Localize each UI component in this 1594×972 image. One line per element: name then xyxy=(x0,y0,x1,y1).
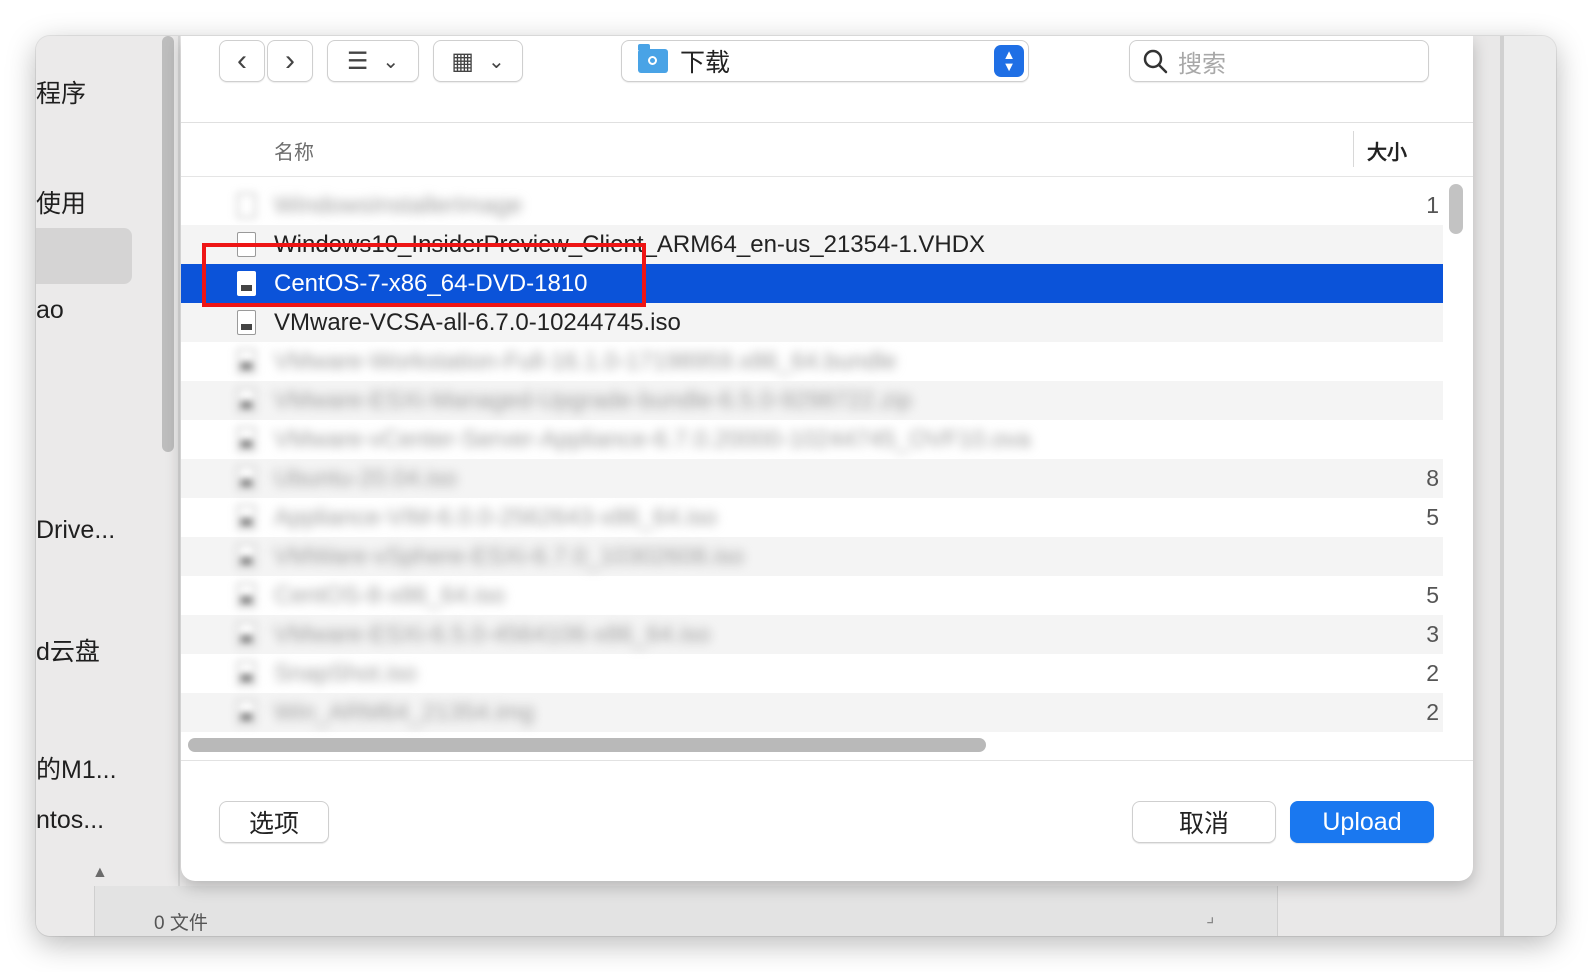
file-name: VMware-ESXi-Managed-Upgrade-bundle-6.5.0… xyxy=(274,387,912,414)
disk-image-file-icon xyxy=(237,427,256,452)
disk-image-file-icon xyxy=(237,388,256,413)
chevron-down-icon: ⌄ xyxy=(382,50,400,73)
upload-button[interactable]: Upload xyxy=(1290,801,1434,843)
disk-image-file-icon xyxy=(237,466,256,491)
list-view-icon: ☰ xyxy=(346,47,369,75)
file-size: 5 xyxy=(1426,504,1439,530)
sidebar-item-recents[interactable]: 使用 xyxy=(36,184,86,220)
sidebar-selection xyxy=(36,228,132,284)
file-name: Win_ARM64_21354.img xyxy=(274,699,535,726)
sidebar-item-user[interactable]: ao xyxy=(36,296,64,325)
file-size: 1 xyxy=(1426,192,1439,218)
status-bar xyxy=(94,886,1278,936)
document-file-icon xyxy=(237,193,256,218)
back-button[interactable]: ‹ xyxy=(219,40,265,82)
file-name: Appliance-VIM-6.0.0-2562643-x86_64.iso xyxy=(274,504,717,531)
file-name: VMware-VCSA-all-6.7.0-10244745.iso xyxy=(274,309,681,336)
location-label: 下载 xyxy=(680,49,731,77)
disk-image-file-icon xyxy=(237,544,256,569)
file-row[interactable]: Appliance-VIM-6.0.0-2562643-x86_64.iso 5 xyxy=(181,498,1443,537)
file-name: CentOS-8-x86_64.iso xyxy=(274,582,505,609)
column-separator[interactable] xyxy=(1353,131,1354,167)
file-row[interactable]: VMware-Workstation-Full-16.1.0-17198959.… xyxy=(181,342,1443,381)
file-size: 5 xyxy=(1426,582,1439,608)
sidebar-item-label: ntos... xyxy=(36,806,105,834)
finder-sidebar: 程序 使用 ao Drive... d云盘 的M1... ntos... ▲ xyxy=(36,36,186,936)
disk-image-file-icon xyxy=(237,622,256,647)
open-file-dialog: ‹ › ☰ ⌄ ▦ ⌄ 下载 ▲ ▼ 搜索 名称 大小 WindowsInsta… xyxy=(181,36,1473,881)
sidebar-collapse-arrow-icon[interactable]: ▲ xyxy=(92,864,108,882)
downloads-folder-icon xyxy=(638,44,668,73)
sidebar-divider xyxy=(178,36,180,936)
options-button[interactable]: 选项 xyxy=(219,801,329,843)
sidebar-item-cloud[interactable]: d云盘 xyxy=(36,632,100,668)
sidebar-scrollbar[interactable] xyxy=(162,36,174,452)
file-size: 2 xyxy=(1426,660,1439,686)
file-row[interactable]: WindowsInstallerImage 1 xyxy=(181,186,1443,225)
column-header-name[interactable]: 名称 xyxy=(274,136,314,165)
resize-handle-icon: ⌟ xyxy=(1206,906,1215,926)
header-divider xyxy=(181,176,1473,177)
search-icon xyxy=(1143,49,1168,74)
file-row[interactable]: SnapShot.iso 2 xyxy=(181,654,1443,693)
file-row[interactable]: VMWare-vSphere-ESXi-6.7.0_10302608.iso xyxy=(181,537,1443,576)
horizontal-scrollbar[interactable] xyxy=(188,738,986,752)
file-row[interactable]: VMware-vCenter-Server-Appliance-6.7.0.20… xyxy=(181,420,1443,459)
sidebar-item-m1[interactable]: 的M1... xyxy=(36,750,117,786)
view-mode-list-button[interactable]: ☰ ⌄ xyxy=(327,40,419,82)
disk-image-file-icon xyxy=(237,661,256,686)
file-row[interactable]: Ubuntu-20.04.iso 8 xyxy=(181,459,1443,498)
grid-view-icon: ▦ xyxy=(451,47,474,75)
vertical-scrollbar[interactable] xyxy=(1449,184,1463,234)
chevron-right-icon: › xyxy=(285,44,295,77)
file-name: VMWare-vSphere-ESXi-6.7.0_10302608.iso xyxy=(274,543,745,570)
sidebar-item-label: Drive... xyxy=(36,516,116,544)
background-window-border xyxy=(1500,36,1504,936)
file-row[interactable]: Win_ARM64_21354.img 2 xyxy=(181,693,1443,732)
sidebar-item-label: d云盘 xyxy=(36,638,100,666)
file-size: 2 xyxy=(1426,699,1439,725)
file-row[interactable]: CentOS-8-x86_64.iso 5 xyxy=(181,576,1443,615)
file-row[interactable]: VMware-ESXi-6.5.0-4564106-x86_64.iso 3 xyxy=(181,615,1443,654)
file-size: 8 xyxy=(1426,465,1439,491)
toolbar-divider xyxy=(181,122,1473,123)
file-name: VMware-ESXi-6.5.0-4564106-x86_64.iso xyxy=(274,621,711,648)
file-name: WindowsInstallerImage xyxy=(274,192,523,219)
column-header-size[interactable]: 大小 xyxy=(1367,136,1407,165)
file-name: Ubuntu-20.04.iso xyxy=(274,465,457,492)
forward-button[interactable]: › xyxy=(267,40,313,82)
popup-stepper-icon: ▲ ▼ xyxy=(994,45,1024,77)
sidebar-item-centos[interactable]: ntos... xyxy=(36,806,104,835)
sidebar-item-applications[interactable]: 程序 xyxy=(36,74,86,110)
footer-divider xyxy=(181,760,1473,761)
file-row[interactable]: VMware-ESXi-Managed-Upgrade-bundle-6.5.0… xyxy=(181,381,1443,420)
file-size: 3 xyxy=(1426,621,1439,647)
view-mode-grid-button[interactable]: ▦ ⌄ xyxy=(433,40,523,82)
search-field[interactable]: 搜索 xyxy=(1129,40,1429,82)
background-window-edge xyxy=(1500,36,1556,936)
disk-image-file-icon xyxy=(237,583,256,608)
screenshot-frame: 程序 使用 ao Drive... d云盘 的M1... ntos... ▲ 0… xyxy=(36,36,1556,936)
disk-image-file-icon xyxy=(237,349,256,374)
sidebar-item-label: 程序 xyxy=(36,80,87,108)
sidebar-item-label: ao xyxy=(36,296,64,324)
disk-image-file-icon xyxy=(237,700,256,725)
sidebar-item-label: 使用 xyxy=(36,190,87,218)
cancel-button[interactable]: 取消 xyxy=(1132,801,1276,843)
chevron-down-icon: ⌄ xyxy=(487,50,505,73)
red-highlight-box xyxy=(202,243,646,307)
location-popup[interactable]: 下载 ▲ ▼ xyxy=(621,40,1029,82)
file-name: VMware-vCenter-Server-Appliance-6.7.0.20… xyxy=(274,426,1031,453)
disk-image-file-icon xyxy=(237,505,256,530)
search-placeholder: 搜索 xyxy=(1178,50,1226,78)
file-name: SnapShot.iso xyxy=(274,660,417,687)
file-name: VMware-Workstation-Full-16.1.0-17198959.… xyxy=(274,348,897,375)
sidebar-item-drive[interactable]: Drive... xyxy=(36,516,115,545)
chevron-left-icon: ‹ xyxy=(237,44,247,77)
sidebar-item-label: 的M1... xyxy=(36,756,117,784)
disk-image-file-icon xyxy=(237,310,256,335)
file-row[interactable]: VMware-VCSA-all-6.7.0-10244745.iso xyxy=(181,303,1443,342)
status-text: 0 文件 xyxy=(154,913,208,934)
